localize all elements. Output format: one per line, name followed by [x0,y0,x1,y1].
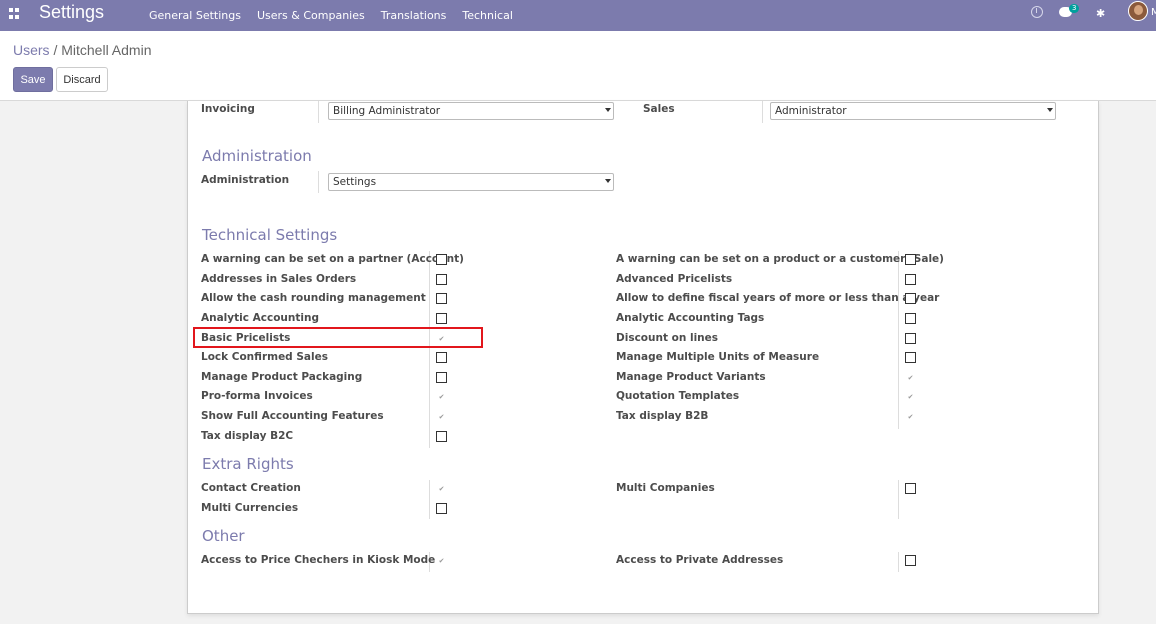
divider [429,480,430,519]
dropdown-arrow-icon [1047,108,1053,112]
other-right-checkbox[interactable] [905,555,916,566]
divider [898,552,899,572]
section-other: Other [202,527,245,545]
dropdown-arrow-icon [605,179,611,183]
tech-right-label: Allow to define fiscal years of more or … [616,292,940,304]
menu-technical[interactable]: Technical [462,9,513,22]
section-administration: Administration [202,147,312,165]
discard-button[interactable]: Discard [56,67,108,92]
activity-clock-icon[interactable] [1031,6,1043,18]
tech-right-checkbox[interactable]: ✔ [905,372,916,383]
dropdown-arrow-icon [605,108,611,112]
tech-right-label: Advanced Pricelists [616,273,733,285]
tech-right-label: A warning can be set on a product or a c… [616,253,944,265]
extra-left-checkbox[interactable]: ✔ [436,483,447,494]
administration-value: Settings [333,176,377,188]
extra-right-label: Multi Companies [616,482,715,494]
tech-left-label: Allow the cash rounding management [201,292,426,304]
tech-right-label: Analytic Accounting Tags [616,312,765,324]
breadcrumb-current: Mitchell Admin [61,42,152,58]
other-left-checkbox[interactable]: ✔ [436,555,447,566]
tech-left-checkbox[interactable] [436,274,447,285]
tech-left-checkbox[interactable] [436,431,447,442]
tech-left-label: Tax display B2C [201,430,294,442]
menu-general-settings[interactable]: General Settings [149,9,241,22]
highlight-box [193,327,483,348]
menu-users-companies[interactable]: Users & Companies [257,9,365,22]
divider [318,101,319,123]
tech-right-checkbox[interactable]: ✔ [905,411,916,422]
app-title: Settings [39,2,105,22]
divider [429,251,430,448]
tech-left-label: Manage Product Packaging [201,371,363,383]
tech-left-checkbox[interactable] [436,372,447,383]
user-avatar[interactable] [1128,1,1148,21]
tech-right-checkbox[interactable] [905,333,916,344]
other-right-label: Access to Private Addresses [616,554,784,566]
chat-badge: 3 [1069,4,1080,13]
tech-right-label: Manage Multiple Units of Measure [616,351,820,363]
breadcrumb: Users / Mitchell Admin [13,42,152,58]
apps-menu-icon[interactable] [9,8,20,19]
administration-label: Administration [201,174,290,186]
extra-right-checkbox[interactable] [905,483,916,494]
divider [762,101,763,123]
tech-left-label: A warning can be set on a partner (Accou… [201,253,464,265]
debug-bug-icon[interactable]: ✱ [1096,7,1105,20]
tech-left-label: Show Full Accounting Features [201,410,384,422]
tech-right-checkbox[interactable] [905,254,916,265]
breadcrumb-separator: / [49,42,62,58]
tech-right-checkbox[interactable] [905,274,916,285]
tech-left-checkbox[interactable] [436,254,447,265]
tech-right-label: Manage Product Variants [616,371,766,383]
tech-left-label: Analytic Accounting [201,312,319,324]
sales-label: Sales [643,103,675,115]
top-navbar: Settings General Settings Users & Compan… [0,0,1156,31]
extra-left-label: Contact Creation [201,482,301,494]
tech-left-label: Pro-forma Invoices [201,390,313,402]
tech-right-checkbox[interactable]: ✔ [905,391,916,402]
save-button[interactable]: Save [13,67,53,92]
tech-right-label: Discount on lines [616,332,719,344]
tech-left-checkbox[interactable] [436,293,447,304]
tech-right-checkbox[interactable] [905,313,916,324]
menu-translations[interactable]: Translations [381,9,447,22]
divider [898,251,899,429]
control-panel: Users / Mitchell Admin Save Discard [0,31,1156,101]
invoicing-select[interactable]: Billing Administrator [328,102,614,120]
invoicing-label: Invoicing [201,103,255,115]
user-name[interactable]: M [1151,7,1156,18]
tech-left-checkbox[interactable] [436,313,447,324]
divider [898,480,899,519]
section-technical-settings: Technical Settings [202,226,338,244]
tech-right-label: Tax display B2B [616,410,709,422]
tech-left-label: Lock Confirmed Sales [201,351,328,363]
sales-select[interactable]: Administrator [770,102,1056,120]
extra-left-label: Multi Currencies [201,502,299,514]
invoicing-value: Billing Administrator [333,105,441,117]
tech-right-checkbox[interactable] [905,352,916,363]
breadcrumb-users[interactable]: Users [13,42,50,58]
tech-left-checkbox[interactable]: ✔ [436,391,447,402]
section-extra-rights: Extra Rights [202,455,294,473]
tech-right-checkbox[interactable] [905,293,916,304]
main-menu: General Settings Users & Companies Trans… [149,0,529,31]
tech-left-checkbox[interactable] [436,352,447,363]
administration-select[interactable]: Settings [328,173,614,191]
other-left-label: Access to Price Chechers in Kiosk Mode [201,554,436,566]
sales-value: Administrator [775,105,847,117]
extra-left-checkbox[interactable] [436,503,447,514]
divider [318,171,319,193]
tech-left-checkbox[interactable]: ✔ [436,411,447,422]
tech-right-label: Quotation Templates [616,390,740,402]
tech-left-label: Addresses in Sales Orders [201,273,357,285]
